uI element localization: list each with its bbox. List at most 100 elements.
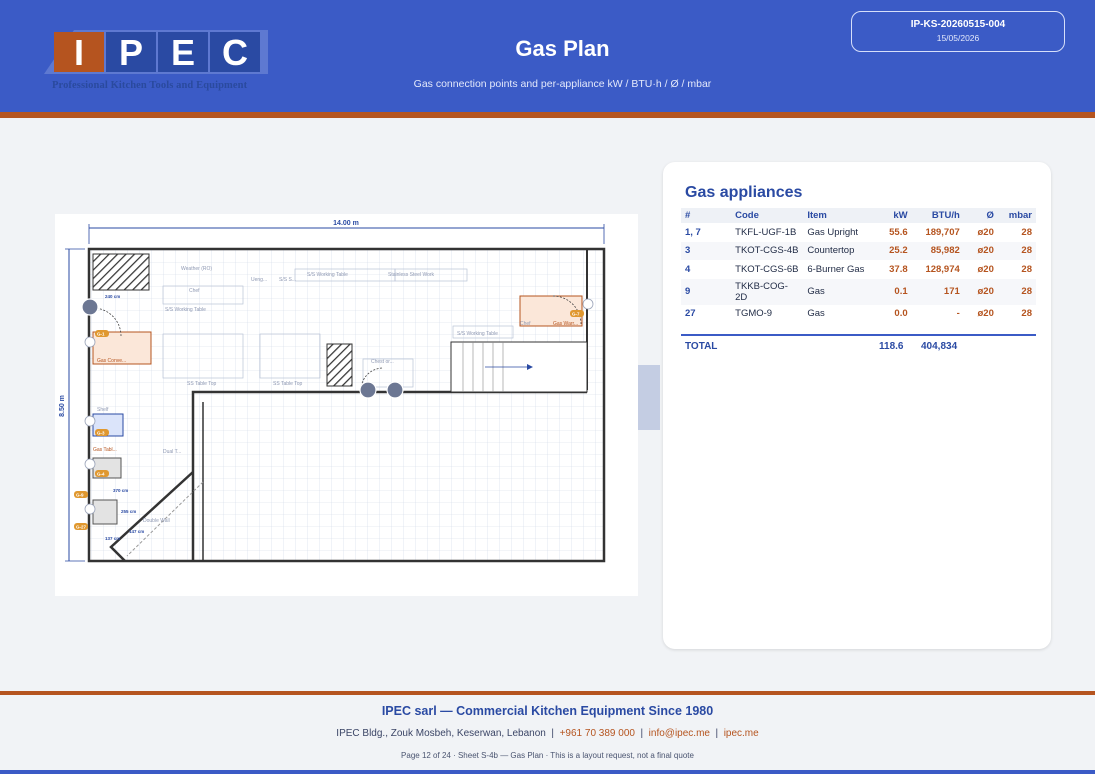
row-kw: 0.1 [877,278,912,305]
row-dia: ø20 [977,308,994,320]
footer-contact: IPEC Bldg., Zouk Mosbeh, Keserwan, Leban… [336,728,759,739]
row-index: 9 [681,278,732,305]
row-btu: 171 [911,278,964,305]
plan-label-ss-table-1: SS Table Top [187,381,217,387]
row-code: TGMO-9 [735,308,773,320]
plan-label-ss-working-2: S/S Working Table [307,272,348,278]
col-header-index: # [681,208,732,223]
plan-label-gas-warr: Gas Warr... [553,321,578,327]
plan-width-label: 14.00 m [333,220,359,227]
gas-tag-7: G-7 [572,312,580,317]
appliances-title: Gas appliances [685,184,803,201]
plan-label-weather: Weather (RO) [181,266,212,272]
page-subtitle: Gas connection points and per-appliance … [413,78,712,90]
col-header-dia: Ø [963,208,998,223]
footer-website[interactable]: ipec.me [724,728,759,739]
table-row: 9 TKKB-COG-2D Gas 0.1 171 ø20 28 [681,278,1036,305]
plan-label-double-wall: Double Wall [143,518,170,524]
row-mbar: 28 [1021,308,1032,320]
plan-label-chef: Chef [189,288,200,294]
gas-floor-plan: 14.00 m 8.50 m Gas Conve... S/S Working … [55,214,638,596]
col-header-btu: BTU/h [911,208,964,223]
row-mbar: 28 [997,278,1036,305]
row-btu: - [956,308,960,320]
footer-phone[interactable]: +961 70 389 000 [560,728,635,739]
dim-label-240: 240 cm [105,294,120,299]
row-item: 6-Burner Gas [807,263,865,275]
plan-height-label: 8.50 m [59,395,66,417]
col-header-kw: kW [877,208,912,223]
table-row: 4 TKOT-CGS-6B 6-Burner Gas 37.8 128,974 … [681,260,1036,279]
col-header-item: Item [803,208,878,223]
appliances-table: # Code Item kW BTU/h Ø mbar 1, 7 TKFL-UG… [681,208,1036,323]
dim-label-370: 370 cm [113,488,128,493]
appliances-header-row: # Code Item kW BTU/h Ø mbar [681,208,1036,223]
row-mbar: 28 [997,241,1036,260]
row-kw: 55.6 [889,226,908,238]
plan-label-ss-working-3: S/S Working Table [457,331,498,337]
dim-label-147: 147 cm [129,529,144,534]
row-item: Countertop [803,241,878,260]
table-row: 3 TKOT-CGS-4B Countertop 25.2 85,982 ø20… [681,241,1036,260]
footer-title: IPEC sarl — Commercial Kitchen Equipment… [381,704,714,718]
row-kw: 0.0 [894,308,908,320]
row-index: 3 [681,241,732,260]
gas-tag-9: G-9 [76,493,84,498]
plan-label-stainless: Stainless Steel Work [388,272,435,278]
row-btu: 85,982 [911,241,964,260]
row-dia: ø20 [963,278,998,305]
row-code: TKOT-CGS-6B [735,263,799,275]
row-kw: 25.2 [877,241,912,260]
total-btu: 404,834 [921,341,958,352]
row-code: TKFL-UGF-1B [735,226,797,238]
total-label: TOTAL [685,341,718,352]
row-mbar: 28 [1021,263,1032,275]
footer-accent-stripe [0,691,1095,695]
dim-label-255: 255 cm [121,509,136,514]
row-dia: ø20 [977,263,994,275]
plan-label-dual: Dual T... [163,449,181,455]
row-code: TKKB-COG-2D [731,278,804,305]
table-row: 27 TGMO-9 Gas 0.0 - ø20 28 [681,305,1036,324]
gas-tag-3: G-3 [97,431,105,436]
col-header-mbar: mbar [997,208,1036,223]
footer-page-info: Page 12 of 24 · Sheet S-4b — Gas Plan · … [401,751,694,760]
row-index: 1, 7 [685,226,701,238]
row-mbar: 28 [1021,226,1032,238]
header-accent-stripe [0,112,1095,118]
gas-tag-4: G-4 [97,472,105,477]
total-divider [681,334,1036,336]
total-kw: 118.6 [879,341,904,352]
row-index: 27 [685,308,696,320]
reference-box: IP-KS-20260515-004 15/05/2026 [851,11,1065,52]
row-btu: 189,707 [925,226,960,238]
footer-address: IPEC Bldg., Zouk Mosbeh, Keserwan, Leban… [336,728,546,739]
plan-label-chest: Chest or... [371,359,394,365]
gas-tag-27: G-27 [76,525,87,530]
row-index: 4 [685,263,691,275]
page-header: I P E C Professional Kitchen Tools and E… [0,0,1095,112]
plan-label-ueng: Ueng... [251,277,267,283]
table-row: 1, 7 TKFL-UGF-1B Gas Upright 55.6 189,70… [681,223,1036,242]
row-item: Gas [807,308,825,320]
row-code: TKOT-CGS-4B [731,241,804,260]
plan-label-chef-2: Chef [520,321,531,327]
floor-plan-drawing: 14.00 m 8.50 m Gas Conve... S/S Working … [59,217,606,563]
plan-label-gas-conve: Gas Conve... [97,358,126,364]
dim-label-137: 137 cm [105,536,120,541]
row-dia: ø20 [963,241,998,260]
row-btu: 128,974 [925,263,960,275]
plan-label-ss-table-2: SS Table Top [273,381,303,387]
row-item: Gas [803,278,878,305]
gas-appliances-card: Gas appliances # Code Item kW BTU/h Ø mb… [663,162,1051,649]
footer-email[interactable]: info@ipec.me [649,728,710,739]
reference-date: 15/05/2026 [936,33,980,43]
footer-bottom-stripe [0,770,1095,774]
plan-label-gas-tabl: Gas Tabl... [93,447,117,453]
col-header-code: Code [731,208,804,223]
reference-code: IP-KS-20260515-004 [910,19,1006,30]
row-dia: ø20 [977,226,994,238]
row-kw: 37.8 [889,263,908,275]
plan-label-ss-s: S/S S... [279,277,296,283]
plan-label-shelf: Shelf [97,407,109,413]
